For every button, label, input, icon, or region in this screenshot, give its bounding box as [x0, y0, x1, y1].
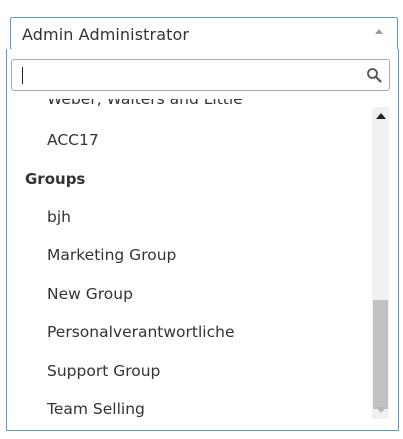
list-item[interactable]: bjh [11, 198, 71, 236]
option-label: ACC17 [47, 131, 99, 149]
list-item[interactable]: Team Selling [11, 390, 145, 428]
list-item[interactable]: New Group [11, 275, 133, 313]
list-item[interactable]: Support Group [11, 352, 160, 390]
results-list: Weber, Walters and Little ACC17 Groups b… [11, 99, 366, 429]
list-item[interactable]: ACC17 [11, 121, 99, 159]
option-label: Marketing Group [47, 246, 177, 264]
vertical-scrollbar[interactable] [372, 107, 389, 419]
scroll-up-icon[interactable] [376, 113, 386, 119]
scroll-down-icon[interactable] [376, 407, 386, 413]
option-label: Team Selling [47, 400, 145, 418]
option-label: bjh [47, 208, 71, 226]
search-icon [367, 68, 382, 83]
list-item[interactable]: Weber, Walters and Little [11, 99, 243, 118]
option-label: Personalverantwortliche [47, 323, 235, 341]
option-label: Weber, Walters and Little [47, 99, 243, 108]
text-cursor [22, 67, 23, 84]
select-dropdown: Weber, Walters and Little ACC17 Groups b… [6, 49, 399, 431]
list-item[interactable]: Marketing Group [11, 236, 176, 274]
group-label: Groups [25, 170, 86, 188]
selected-value: Admin Administrator [22, 25, 190, 44]
list-item[interactable]: Personalverantwortliche [11, 313, 234, 351]
user-select[interactable]: Admin Administrator [10, 17, 398, 50]
search-box[interactable] [11, 59, 390, 91]
option-label: New Group [47, 285, 133, 303]
search-input[interactable] [20, 64, 350, 86]
group-header: Groups [11, 160, 85, 198]
chevron-up-icon[interactable] [375, 29, 383, 34]
option-label: Support Group [47, 362, 161, 380]
scrollbar-thumb[interactable] [373, 300, 388, 409]
